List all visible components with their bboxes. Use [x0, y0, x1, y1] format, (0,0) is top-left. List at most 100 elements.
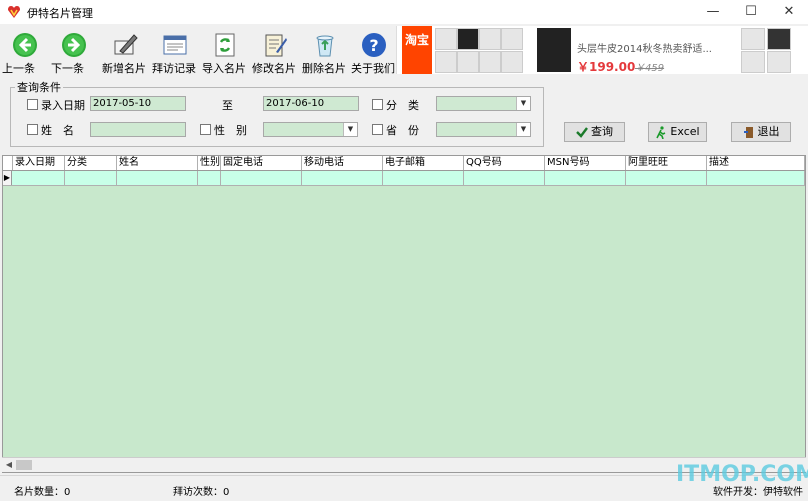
table-cell[interactable] [302, 171, 383, 185]
col-landline[interactable]: 固定电话 [221, 156, 302, 170]
delete-card-label: 删除名片 [302, 62, 346, 75]
col-qq[interactable]: QQ号码 [464, 156, 545, 170]
table-cell[interactable] [65, 171, 117, 185]
date-label: 录入日期 [41, 99, 85, 112]
visit-count-status: 拜访次数：0 [173, 487, 230, 498]
exit-button[interactable]: 退出 [731, 122, 791, 142]
excel-button-label: Excel [670, 125, 700, 138]
date-to-field[interactable]: 2017-06-10 [263, 96, 359, 111]
visit-record-label: 拜访记录 [152, 62, 196, 75]
checkmark-icon [576, 127, 588, 138]
gender-select[interactable]: ▼ [263, 122, 358, 137]
table-cell[interactable] [707, 171, 805, 185]
table-cell[interactable] [198, 171, 221, 185]
search-button-label: 查询 [591, 125, 613, 138]
scrollbar-thumb[interactable] [16, 460, 32, 470]
table-cell[interactable] [117, 171, 198, 185]
chevron-down-icon: ▼ [343, 123, 357, 136]
date-from-field[interactable]: 2017-05-10 [90, 96, 186, 111]
arrow-left-icon [13, 33, 37, 57]
edit-card-button[interactable]: 修改名片 [252, 30, 298, 75]
help-icon: ? [362, 33, 386, 57]
visit-record-button[interactable]: 拜访记录 [152, 30, 198, 75]
product-image [537, 28, 571, 72]
col-mobile[interactable]: 移动电话 [302, 156, 383, 170]
pen-card-icon [114, 34, 138, 55]
ad-price: ￥199.00 [577, 60, 636, 74]
prev-record-label: 上一条 [2, 62, 35, 75]
table-cell[interactable] [383, 171, 464, 185]
col-description[interactable]: 描述 [707, 156, 805, 170]
toolbar: 上一条 下一条 新增名片 拜访记录 导入名片 修改名片 删除名片 ? 关于我们 [0, 24, 397, 75]
grid-header: 录入日期 分类 姓名 性别 固定电话 移动电话 电子邮箱 QQ号码 MSN号码 … [3, 156, 805, 171]
table-cell[interactable] [221, 171, 302, 185]
chevron-down-icon: ▼ [516, 123, 530, 136]
title-bar: 伊特名片管理 — ☐ ✕ [0, 0, 808, 24]
category-select[interactable]: ▼ [436, 96, 531, 111]
search-button[interactable]: 查询 [564, 122, 625, 142]
edit-notebook-icon [265, 34, 287, 57]
ad-banner[interactable]: 淘宝 头层牛皮2014秋冬热卖舒适... ￥199.00 ￥459 [396, 26, 808, 74]
date-checkbox[interactable] [27, 99, 38, 110]
site-watermark: ITMOP.COM [676, 462, 808, 487]
name-label: 姓 名 [41, 124, 74, 137]
about-label: 关于我们 [351, 62, 395, 75]
svg-text:?: ? [369, 36, 378, 55]
card-data-grid[interactable]: 录入日期 分类 姓名 性别 固定电话 移动电话 电子邮箱 QQ号码 MSN号码 … [2, 155, 806, 473]
province-checkbox[interactable] [372, 124, 383, 135]
col-category[interactable]: 分类 [65, 156, 117, 170]
ad-product-title: 头层牛皮2014秋冬热卖舒适... [577, 44, 712, 55]
chevron-down-icon: ▼ [516, 97, 530, 110]
next-record-button[interactable]: 下一条 [51, 30, 97, 75]
prev-record-button[interactable]: 上一条 [2, 30, 48, 75]
delete-card-button[interactable]: 删除名片 [302, 30, 348, 75]
about-button[interactable]: ? 关于我们 [351, 30, 397, 75]
query-legend: 查询条件 [17, 81, 61, 94]
table-cell[interactable] [545, 171, 626, 185]
name-field[interactable] [90, 122, 186, 137]
excel-button[interactable]: Excel [648, 122, 707, 142]
current-row-indicator-icon: ▶ [3, 171, 12, 185]
table-cell[interactable] [13, 171, 65, 185]
arrow-right-icon [62, 33, 86, 57]
maximize-button[interactable]: ☐ [732, 0, 770, 24]
table-row[interactable]: ▶ [3, 171, 805, 186]
app-logo-icon [8, 6, 20, 18]
row-header-corner [3, 156, 13, 170]
col-gender[interactable]: 性别 [198, 156, 221, 170]
window-title: 伊特名片管理 [27, 7, 93, 20]
import-card-button[interactable]: 导入名片 [202, 30, 248, 75]
running-man-icon [656, 125, 666, 139]
new-card-label: 新增名片 [102, 62, 146, 75]
col-name[interactable]: 姓名 [117, 156, 198, 170]
taobao-logo: 淘宝 [402, 26, 432, 74]
edit-card-label: 修改名片 [252, 62, 296, 75]
category-checkbox[interactable] [372, 99, 383, 110]
table-cell[interactable] [464, 171, 545, 185]
ad-side-thumbnails [727, 28, 807, 73]
card-count-status: 名片数量：0 [14, 487, 71, 498]
import-refresh-icon [215, 33, 235, 57]
exit-door-icon [743, 126, 753, 138]
province-label: 省 份 [386, 124, 419, 137]
col-msn[interactable]: MSN号码 [545, 156, 626, 170]
col-email[interactable]: 电子邮箱 [383, 156, 464, 170]
table-cell[interactable] [626, 171, 707, 185]
recycle-bin-icon [316, 35, 334, 57]
minimize-button[interactable]: — [694, 0, 732, 24]
new-card-button[interactable]: 新增名片 [102, 30, 148, 75]
category-label: 分 类 [386, 99, 419, 112]
gender-label: 性 别 [214, 124, 247, 137]
date-to-label: 至 [222, 99, 233, 112]
col-aliwangwang[interactable]: 阿里旺旺 [626, 156, 707, 170]
ad-old-price: ￥459 [635, 63, 665, 74]
col-entry-date[interactable]: 录入日期 [13, 156, 65, 170]
exit-button-label: 退出 [757, 125, 780, 138]
record-icon [163, 35, 187, 55]
scroll-left-icon[interactable]: ◀ [2, 458, 16, 472]
close-button[interactable]: ✕ [770, 0, 808, 24]
province-select[interactable]: ▼ [436, 122, 531, 137]
next-record-label: 下一条 [51, 62, 84, 75]
gender-checkbox[interactable] [200, 124, 211, 135]
name-checkbox[interactable] [27, 124, 38, 135]
